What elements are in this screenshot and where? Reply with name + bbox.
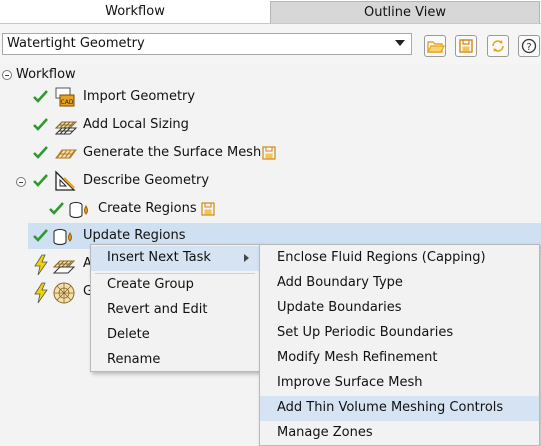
describe-geometry-icon [55, 170, 76, 191]
tree-item-label: Add Local Sizing [83, 117, 189, 132]
checkmark-icon [33, 90, 48, 103]
chevron-down-icon [395, 40, 405, 46]
submenu-item-label: Modify Mesh Refinement [277, 350, 438, 365]
tree-item-label: Describe Geometry [83, 173, 210, 188]
lightning-icon [34, 282, 48, 304]
tree-root-label: Workflow [16, 67, 76, 82]
menu-item-label: Revert and Edit [107, 302, 208, 317]
mesh-sizing-icon [54, 121, 78, 135]
tab-workflow[interactable]: Workflow [0, 0, 270, 24]
menu-item-label: Insert Next Task [107, 250, 211, 265]
submenu-item-label: Improve Surface Mesh [277, 375, 423, 390]
workflow-type-value: Watertight Geometry [7, 36, 145, 51]
submenu-item-update-boundaries[interactable]: Update Boundaries [260, 296, 539, 321]
checkmark-icon [33, 229, 48, 242]
collapse-icon[interactable] [16, 177, 26, 187]
checkmark-icon [33, 146, 48, 159]
svg-text:CAD: CAD [61, 99, 74, 106]
tree-item-create-regions[interactable]: Create Regions [46, 197, 346, 223]
svg-text:?: ? [526, 42, 531, 53]
checkmark-icon [33, 118, 48, 131]
submenu-item-label: Enclose Fluid Regions (Capping) [277, 250, 486, 265]
menu-item-delete[interactable]: Delete [91, 323, 259, 348]
submenu-item-label: Set Up Periodic Boundaries [277, 325, 454, 340]
cad-import-icon: CAD [55, 87, 75, 107]
tree-item-label: Update Regions [83, 228, 186, 243]
save-icon [459, 39, 473, 53]
submenu-item-add-boundary-type[interactable]: Add Boundary Type [260, 271, 539, 296]
submenu-item-label: Manage Zones [277, 425, 373, 440]
workflow-type-dropdown[interactable]: Watertight Geometry [2, 33, 412, 55]
menu-item-revert-and-edit[interactable]: Revert and Edit [91, 298, 259, 323]
tree-item-import-geometry[interactable]: CAD Import Geometry [30, 85, 330, 111]
tree-item-label: Import Geometry [83, 89, 196, 104]
tab-bar: Workflow Outline View [0, 0, 541, 24]
submenu-item-label: Add Thin Volume Meshing Controls [277, 400, 504, 415]
menu-item-label: Rename [107, 352, 161, 367]
submenu-item-enclose-fluid-regions[interactable]: Enclose Fluid Regions (Capping) [260, 246, 539, 271]
menu-item-label: Create Group [107, 277, 194, 292]
save-workflow-button[interactable] [455, 35, 477, 57]
menu-item-rename[interactable]: Rename [91, 348, 259, 373]
chevron-right-icon [244, 254, 249, 262]
menu-item-insert-next-task[interactable]: Insert Next Task [91, 246, 259, 271]
saved-state-icon [201, 202, 215, 216]
menu-item-create-group[interactable]: Create Group [91, 273, 259, 298]
checkmark-icon [49, 202, 64, 215]
tree-item-describe-geometry[interactable]: Describe Geometry [14, 169, 314, 195]
checkmark-icon [33, 174, 48, 187]
context-menu: Insert Next Task Create Group Revert and… [90, 244, 260, 372]
help-button[interactable]: ? [518, 35, 540, 57]
tree-item-add-local-sizing[interactable]: Add Local Sizing [30, 113, 330, 139]
submenu-item-label: Update Boundaries [277, 300, 402, 315]
tree-item-label: Generate the Surface Mesh [83, 145, 262, 160]
saved-state-icon [262, 146, 276, 160]
insert-task-submenu: Enclose Fluid Regions (Capping) Add Boun… [259, 244, 540, 446]
submenu-item-label: Add Boundary Type [277, 275, 403, 290]
surface-mesh-icon [55, 149, 77, 159]
menu-item-label: Delete [107, 327, 150, 342]
volume-mesh-icon [53, 282, 75, 304]
tree-item-generate-surface-mesh[interactable]: Generate the Surface Mesh [30, 141, 330, 167]
tree-item-label: Create Regions [98, 201, 197, 216]
submenu-item-manage-zones[interactable]: Manage Zones [260, 421, 539, 446]
load-workflow-button[interactable] [424, 35, 446, 57]
submenu-item-set-up-periodic-boundaries[interactable]: Set Up Periodic Boundaries [260, 321, 539, 346]
submenu-item-modify-mesh-refinement[interactable]: Modify Mesh Refinement [260, 346, 539, 371]
collapse-icon[interactable] [2, 70, 12, 80]
submenu-item-improve-surface-mesh[interactable]: Improve Surface Mesh [260, 371, 539, 396]
submenu-item-add-thin-volume-meshing-controls[interactable]: Add Thin Volume Meshing Controls [260, 396, 539, 421]
lightning-icon [34, 254, 48, 276]
refresh-workflow-button[interactable] [487, 35, 509, 57]
refresh-icon [492, 40, 504, 52]
create-regions-icon [69, 202, 88, 218]
update-regions-icon [53, 229, 72, 245]
open-folder-icon [427, 41, 445, 53]
tab-outline-view[interactable]: Outline View [270, 1, 540, 23]
mesh-sizing-icon [52, 260, 76, 274]
help-icon: ? [521, 38, 537, 54]
